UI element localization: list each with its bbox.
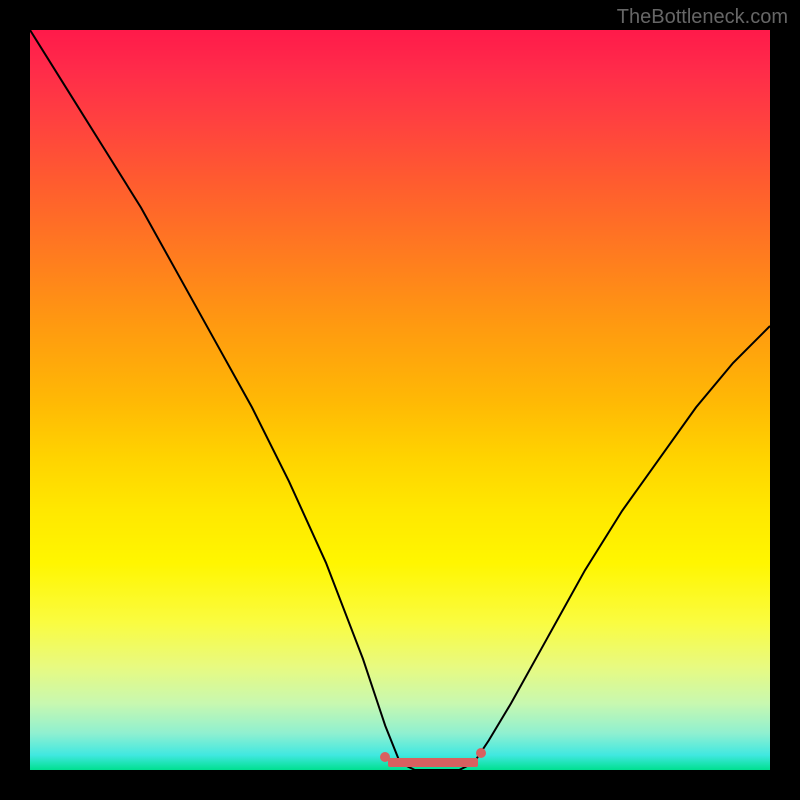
valley-marker-bar [388,758,478,767]
valley-marker-right-dot [476,748,486,758]
watermark-text: TheBottleneck.com [617,6,788,29]
bottleneck-curve [30,30,770,770]
plot-area [30,30,770,770]
